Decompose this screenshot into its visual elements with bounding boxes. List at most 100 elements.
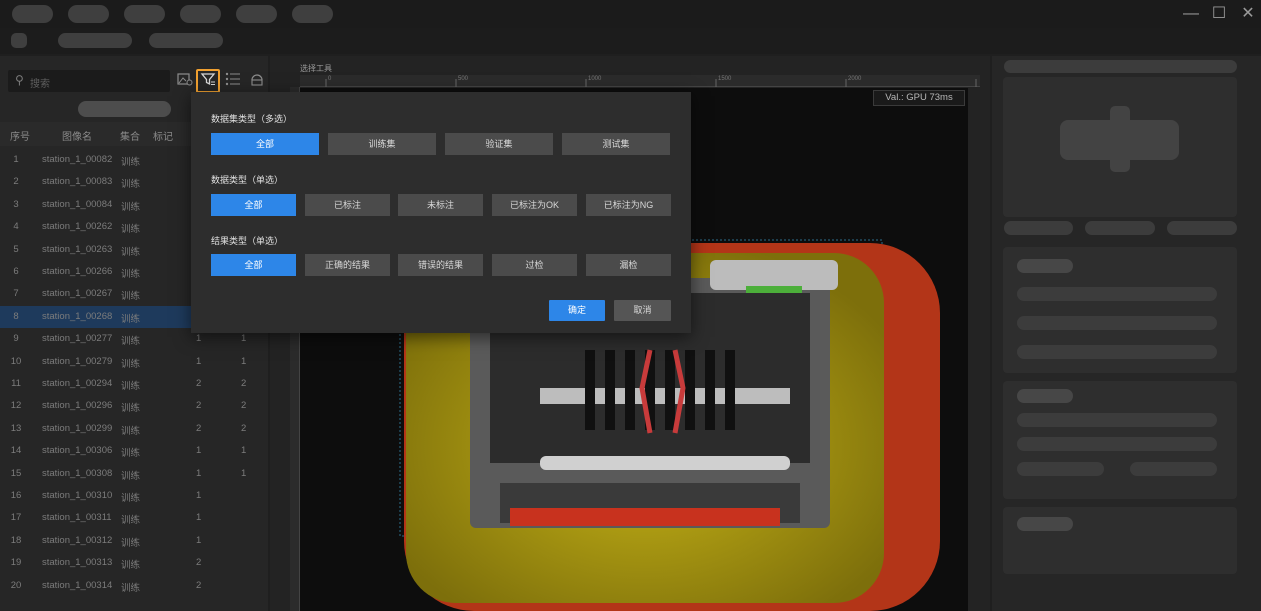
table-row[interactable]: 15 station_1_00308 训练 1 1	[0, 463, 268, 485]
menu-item-placeholder[interactable]	[180, 5, 221, 23]
row-image-name: station_1_00262	[42, 221, 113, 233]
ruler-tick-label: 500	[458, 76, 469, 82]
row-mark: 1	[196, 467, 202, 479]
row-set: 训练	[121, 157, 141, 168]
field-placeholder[interactable]	[1017, 345, 1217, 359]
row-set: 训练	[121, 582, 141, 594]
maximize-icon[interactable]: ☐	[1207, 4, 1231, 24]
tab-placeholder[interactable]	[1085, 221, 1155, 235]
settings-card	[1003, 247, 1237, 373]
menu-item-placeholder[interactable]	[68, 5, 109, 23]
menu-item-placeholder[interactable]	[12, 5, 53, 23]
data-type-ng-button[interactable]: 已标注为NG	[586, 194, 671, 216]
dataset-type-all-button[interactable]: 全部	[211, 133, 319, 155]
cancel-button[interactable]: 取消	[614, 300, 671, 321]
table-row[interactable]: 18 station_1_00312 训练 1	[0, 530, 268, 552]
row-mark: 1	[196, 534, 202, 546]
data-type-all-button[interactable]: 全部	[211, 194, 296, 216]
column-header-name[interactable]: 图像名	[62, 128, 92, 143]
field-placeholder[interactable]	[1017, 316, 1217, 330]
field-placeholder[interactable]	[1130, 462, 1217, 476]
row-mark-count: 2	[241, 422, 247, 434]
properties-panel	[992, 56, 1261, 611]
row-mark-count: 2	[241, 400, 247, 412]
row-index: 8	[13, 310, 19, 322]
card-title-placeholder	[1017, 259, 1073, 273]
row-mark: 2	[196, 378, 202, 389]
tab-placeholder[interactable]	[1167, 221, 1237, 235]
data-type-unlabeled-button[interactable]: 未标注	[398, 194, 483, 216]
plus-icon	[1110, 106, 1130, 172]
confirm-button[interactable]: 确定	[549, 300, 605, 321]
row-set: 训练	[121, 448, 141, 460]
row-image-name: station_1_00082	[42, 154, 113, 165]
minimize-icon[interactable]: —	[1179, 4, 1203, 24]
field-placeholder[interactable]	[1017, 462, 1104, 476]
column-header-set[interactable]: 集合	[120, 128, 140, 143]
card-title-placeholder	[1017, 517, 1073, 531]
table-row[interactable]: 14 station_1_00306 训练 1 1	[0, 440, 268, 462]
field-placeholder[interactable]	[1017, 437, 1217, 451]
menu-item-placeholder[interactable]	[124, 5, 165, 23]
result-type-wrong-button[interactable]: 错误的结果	[398, 254, 483, 276]
table-row[interactable]: 17 station_1_00311 训练 1	[0, 507, 268, 529]
dataset-type-val-button[interactable]: 验证集	[445, 133, 553, 155]
title-bar: — ☐ ✕	[0, 0, 1261, 28]
table-row[interactable]: 20 station_1_00314 训练 2	[0, 575, 268, 597]
row-index: 12	[10, 400, 22, 412]
table-row[interactable]: 19 station_1_00313 训练 2	[0, 552, 268, 574]
card-title-placeholder	[1017, 389, 1073, 403]
search-placeholder: 搜索	[30, 79, 50, 90]
table-row[interactable]: 10 station_1_00279 训练 1 1	[0, 351, 268, 373]
row-mark: 1	[196, 490, 202, 501]
result-type-overkill-button[interactable]: 过检	[492, 254, 577, 276]
row-image-name: station_1_00266	[42, 266, 113, 277]
rotate-icon[interactable]	[248, 72, 266, 90]
row-mark-count: 1	[241, 333, 247, 345]
row-image-name: station_1_00306	[42, 445, 113, 457]
result-type-all-button[interactable]: 全部	[211, 254, 296, 276]
row-mark: 2	[196, 400, 202, 412]
toolbar-button-placeholder[interactable]	[149, 33, 223, 48]
table-row[interactable]: 11 station_1_00294 训练 2 2	[0, 373, 268, 395]
menu-item-placeholder[interactable]	[292, 5, 333, 23]
row-set: 训练	[121, 515, 141, 527]
menu-item-placeholder[interactable]	[236, 5, 277, 23]
tab-placeholder[interactable]	[1004, 221, 1073, 235]
dataset-type-test-button[interactable]: 测试集	[562, 133, 670, 155]
list-icon[interactable]	[224, 72, 242, 90]
dataset-type-train-button[interactable]: 训练集	[328, 133, 436, 155]
table-row[interactable]: 16 station_1_00310 训练 1	[0, 485, 268, 507]
close-icon[interactable]: ✕	[1236, 4, 1260, 24]
column-header-mark[interactable]: 标记	[153, 128, 173, 143]
result-type-escape-button[interactable]: 漏检	[586, 254, 671, 276]
row-index: 3	[13, 198, 19, 210]
row-set: 训练	[121, 381, 141, 392]
field-placeholder[interactable]	[1017, 287, 1217, 301]
image-settings-icon[interactable]	[176, 72, 194, 90]
column-header-index[interactable]: 序号	[10, 128, 30, 143]
row-set: 训练	[121, 403, 141, 415]
filter-icon[interactable]	[196, 69, 220, 93]
ruler-tick-label: 1500	[718, 76, 732, 82]
row-set: 训练	[121, 560, 141, 572]
field-placeholder[interactable]	[1017, 413, 1217, 427]
row-set: 训练	[121, 313, 141, 325]
data-type-ok-button[interactable]: 已标注为OK	[492, 194, 577, 216]
ruler-tick-label: 1000	[588, 76, 602, 82]
toolbar-button-placeholder[interactable]	[11, 33, 27, 48]
table-row[interactable]: 12 station_1_00296 训练 2 2	[0, 395, 268, 417]
row-image-name: station_1_00313	[42, 557, 113, 569]
row-image-name: station_1_00311	[42, 512, 112, 524]
row-set: 训练	[121, 246, 141, 258]
search-input[interactable]: ⚲ 搜索	[8, 70, 170, 92]
table-row[interactable]: 13 station_1_00299 训练 2 2	[0, 418, 268, 440]
tool-title: 选择工具	[300, 64, 332, 73]
panel-tab-placeholder[interactable]	[78, 101, 171, 117]
add-card[interactable]	[1003, 77, 1237, 217]
data-type-labeled-button[interactable]: 已标注	[305, 194, 390, 216]
toolbar-button-placeholder[interactable]	[58, 33, 132, 48]
row-set: 训练	[121, 269, 141, 280]
row-set: 训练	[121, 179, 141, 191]
result-type-correct-button[interactable]: 正确的结果	[305, 254, 390, 276]
